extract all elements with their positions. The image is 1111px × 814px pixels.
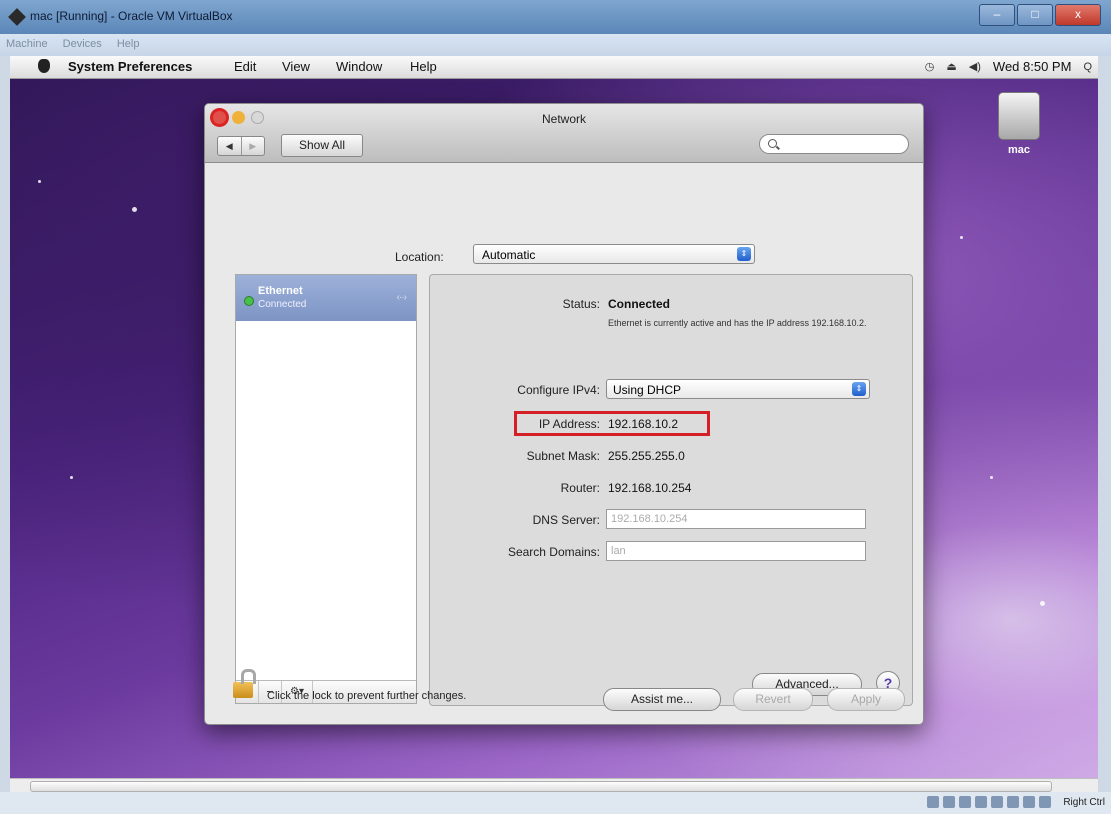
dns-server-label: DNS Server: — [532, 513, 600, 527]
search-input[interactable] — [759, 134, 909, 154]
menu-window[interactable]: Window — [336, 59, 382, 74]
lock-icon[interactable] — [233, 669, 256, 698]
spotlight-icon[interactable]: Q — [1083, 61, 1092, 73]
status-label: Status: — [562, 297, 600, 311]
revert-button[interactable]: Revert — [733, 688, 813, 711]
window-title: Network — [541, 112, 586, 126]
search-icon — [768, 139, 777, 148]
detail-pane: Status: Connected Ethernet is currently … — [429, 274, 913, 706]
back-arrow-icon[interactable]: ◀ — [218, 137, 241, 155]
vbox-menu-bar: Machine Devices Help — [0, 34, 1111, 56]
location-value: Automatic — [482, 248, 536, 262]
mouse-integration-icon[interactable] — [1039, 796, 1051, 808]
vbox-window-title: mac [Running] - Oracle VM VirtualBox — [30, 9, 233, 23]
vbox-window-controls: – □ x — [979, 4, 1101, 26]
close-button[interactable]: x — [1055, 4, 1101, 26]
star — [132, 207, 137, 212]
configure-ipv4-select[interactable]: Using DHCP ⇕ — [606, 379, 870, 399]
service-status: Connected — [258, 299, 307, 310]
scrollbar-thumb[interactable] — [30, 781, 1052, 792]
lock-text: Click the lock to prevent further change… — [267, 690, 467, 702]
status-description: Ethernet is currently active and has the… — [608, 318, 867, 328]
drive-label: mac — [1007, 144, 1031, 156]
menu-system-preferences[interactable]: System Preferences — [68, 59, 192, 74]
router-value: 192.168.10.254 — [608, 481, 692, 495]
vbox-menu-machine[interactable]: Machine — [0, 34, 54, 54]
mac-menu-bar: System Preferences Edit View Window Help… — [10, 56, 1098, 79]
menu-edit[interactable]: Edit — [234, 59, 256, 74]
virtualbox-logo-icon — [8, 8, 26, 26]
video-capture-icon[interactable] — [1023, 796, 1035, 808]
star — [38, 180, 41, 183]
star — [990, 476, 993, 479]
service-name: Ethernet — [258, 285, 303, 297]
hard-drive-icon[interactable] — [998, 92, 1040, 140]
forward-arrow-icon[interactable]: ▶ — [240, 137, 265, 155]
horizontal-scrollbar[interactable] — [10, 778, 1098, 793]
star — [70, 476, 73, 479]
popup-arrows-icon: ⇕ — [737, 247, 751, 261]
location-label: Location: — [395, 250, 444, 264]
subnet-mask-label: Subnet Mask: — [526, 449, 600, 463]
back-forward-control: ◀ ▶ — [217, 136, 265, 156]
menu-help[interactable]: Help — [410, 59, 437, 74]
configure-ipv4-label: Configure IPv4: — [517, 383, 600, 397]
ip-address-label: IP Address: — [538, 417, 600, 431]
ip-address-value: 192.168.10.2 — [608, 417, 679, 431]
vbox-menu-help[interactable]: Help — [111, 34, 146, 54]
search-domains-label: Search Domains: — [507, 545, 600, 559]
service-item-ethernet[interactable]: Ethernet Connected ‹··› — [236, 275, 416, 321]
location-select[interactable]: Automatic ⇕ — [473, 244, 755, 264]
status-value: Connected — [608, 297, 671, 311]
dns-server-field[interactable]: 192.168.10.254 — [606, 509, 866, 529]
show-all-button[interactable]: Show All — [281, 134, 363, 157]
volume-icon[interactable]: ◀) — [969, 60, 981, 73]
ethernet-arrows-icon: ‹··› — [396, 292, 407, 303]
subnet-mask-value: 255.255.255.0 — [608, 449, 685, 463]
vbox-menu-devices[interactable]: Devices — [57, 34, 108, 54]
optical-drive-icon[interactable] — [943, 796, 955, 808]
maximize-button[interactable]: □ — [1017, 4, 1053, 26]
menu-extras: ◷ ⏏ ◀) Wed 8:50 PM Q — [925, 59, 1092, 74]
vbox-title-bar: mac [Running] - Oracle VM VirtualBox – □… — [0, 0, 1111, 34]
time-machine-icon[interactable]: ◷ — [925, 60, 935, 73]
hard-disk-icon[interactable] — [927, 796, 939, 808]
popup-arrows-icon: ⇕ — [852, 382, 866, 396]
network-icon[interactable] — [975, 796, 987, 808]
vbox-status-bar: Right Ctrl — [0, 792, 1111, 814]
star — [960, 236, 963, 239]
shared-folder-icon[interactable] — [991, 796, 1003, 808]
eject-icon[interactable]: ⏏ — [946, 60, 956, 73]
search-domains-field[interactable]: lan — [606, 541, 866, 561]
vbox-device-icons — [927, 796, 1051, 808]
network-window: Network ◀ ▶ Show All Location: Automatic… — [204, 103, 924, 725]
usb-icon[interactable] — [959, 796, 971, 808]
configure-ipv4-value: Using DHCP — [613, 383, 682, 397]
status-dot-icon — [244, 296, 254, 306]
menu-clock[interactable]: Wed 8:50 PM — [993, 59, 1072, 74]
service-list: Ethernet Connected ‹··› + − ⚙▾ — [235, 274, 417, 704]
star — [1040, 601, 1045, 606]
router-label: Router: — [560, 481, 600, 495]
apply-button[interactable]: Apply — [827, 688, 905, 711]
window-toolbar: Network ◀ ▶ Show All — [205, 104, 923, 163]
host-key-label: Right Ctrl — [1063, 797, 1105, 808]
assist-me-button[interactable]: Assist me... — [603, 688, 721, 711]
menu-view[interactable]: View — [282, 59, 310, 74]
minimize-button[interactable]: – — [979, 4, 1015, 26]
display-icon[interactable] — [1007, 796, 1019, 808]
apple-icon[interactable] — [38, 59, 50, 73]
guest-desktop[interactable]: System Preferences Edit View Window Help… — [10, 56, 1098, 778]
